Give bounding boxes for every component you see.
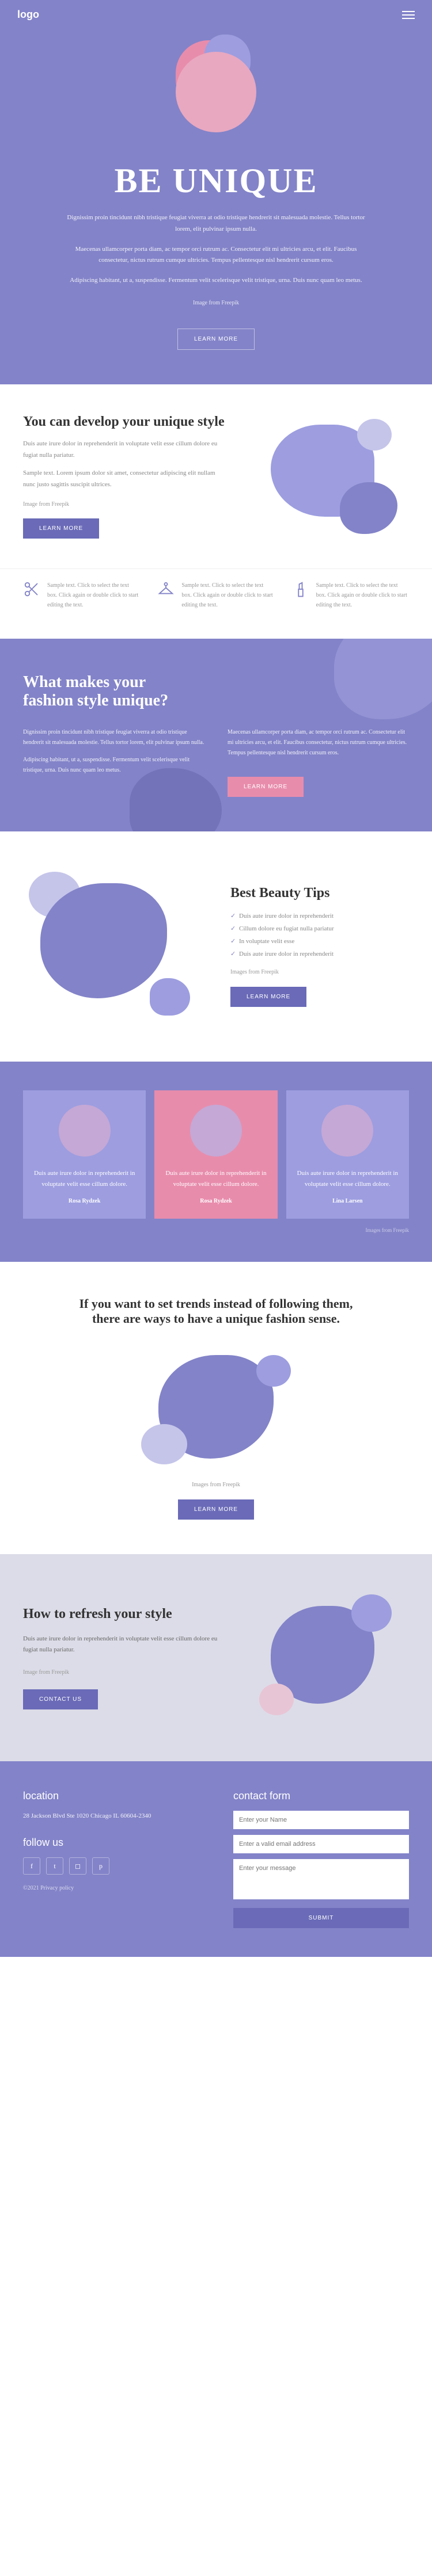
- testimonial-name: Rosa Rydzek: [165, 1198, 267, 1204]
- avatar: [321, 1105, 373, 1157]
- sec6-learn-more-button[interactable]: LEARN MORE: [178, 1499, 254, 1520]
- hero-title: BE UNIQUE: [23, 161, 409, 201]
- facebook-icon[interactable]: f: [23, 1857, 40, 1875]
- feature-col-3: Sample text. Click to select the text bo…: [292, 581, 409, 610]
- sec2-text-2: Sample text. Lorem ipsum dolor sit amet,…: [23, 468, 225, 491]
- hero-learn-more-button[interactable]: LEARN MORE: [177, 329, 255, 350]
- form-title: contact form: [233, 1790, 409, 1802]
- feature-col-1: Sample text. Click to select the text bo…: [23, 581, 140, 610]
- feature-text-3: Sample text. Click to select the text bo…: [316, 581, 409, 610]
- logo[interactable]: logo: [17, 9, 39, 21]
- tip-item: Duis aute irure dolor in reprehenderit: [230, 910, 409, 922]
- hero-credit: Image from Freepik: [66, 298, 366, 308]
- hero-image: [158, 35, 274, 150]
- message-input[interactable]: [233, 1859, 409, 1899]
- sec6-credit: Images from Freepik: [23, 1482, 409, 1488]
- testimonial-card: Duis aute irure dolor in reprehenderit i…: [154, 1090, 277, 1219]
- refresh-section: How to refresh your style Duis aute irur…: [0, 1554, 432, 1761]
- feature-col-2: Sample text. Click to select the text bo…: [157, 581, 274, 610]
- sec3-title: What makes your fashion style unique?: [23, 673, 173, 710]
- sec6-image: [130, 1344, 302, 1470]
- feature-text-1: Sample text. Click to select the text bo…: [47, 581, 140, 610]
- sec3-right-1: Maecenas ullamcorper porta diam, ac temp…: [228, 727, 409, 758]
- sec2-text-1: Duis aute irure dolor in reprehenderit i…: [23, 438, 225, 461]
- unique-section: What makes your fashion style unique? Di…: [0, 639, 432, 831]
- name-input[interactable]: [233, 1811, 409, 1829]
- location-title: location: [23, 1790, 199, 1802]
- sec2-image: [248, 413, 409, 540]
- email-input[interactable]: [233, 1835, 409, 1853]
- menu-button[interactable]: [402, 11, 415, 19]
- tip-item: In voluptate velit esse: [230, 935, 409, 948]
- submit-button[interactable]: SUBMIT: [233, 1908, 409, 1928]
- sec3-left-2: Adipiscing habitant, ut a, suspendisse. …: [23, 755, 204, 776]
- testimonial-card: Duis aute irure dolor in reprehenderit i…: [286, 1090, 409, 1219]
- copyright: ©2021 Privacy policy: [23, 1883, 199, 1894]
- feature-text-2: Sample text. Click to select the text bo…: [181, 581, 274, 610]
- sec7-title: How to refresh your style: [23, 1606, 225, 1622]
- sec7-text: Duis aute irure dolor in reprehenderit i…: [23, 1634, 225, 1657]
- sec2-title: You can develop your unique style: [23, 414, 225, 430]
- sec4-image: [23, 866, 207, 1027]
- develop-style-section: You can develop your unique style Duis a…: [0, 384, 432, 568]
- sec4-learn-more-button[interactable]: LEARN MORE: [230, 987, 306, 1007]
- follow-title: follow us: [23, 1837, 199, 1849]
- tip-item: Cillum dolore eu fugiat nulla pariatur: [230, 922, 409, 935]
- hanger-icon: [157, 581, 175, 598]
- hero-section: BE UNIQUE Dignissim proin tincidunt nibh…: [0, 0, 432, 384]
- trends-section: If you want to set trends instead of fol…: [0, 1262, 432, 1554]
- avatar: [190, 1105, 242, 1157]
- testimonial-name: Rosa Rydzek: [33, 1198, 135, 1204]
- sec7-credit: Image from Freepik: [23, 1667, 225, 1678]
- avatar: [59, 1105, 111, 1157]
- sec4-credit: Images from Freepik: [230, 969, 409, 975]
- hero-text-3: Adipiscing habitant, ut a, suspendisse. …: [66, 275, 366, 287]
- footer: location 28 Jackson Blvd Ste 1020 Chicag…: [0, 1761, 432, 1957]
- pinterest-icon[interactable]: p: [92, 1857, 109, 1875]
- sec2-credit: Image from Freepik: [23, 499, 225, 510]
- contact-us-button[interactable]: CONTACT US: [23, 1689, 98, 1709]
- scissors-icon: [23, 581, 40, 598]
- hero-text-2: Maecenas ullamcorper porta diam, ac temp…: [66, 244, 366, 267]
- sec7-image: [248, 1589, 409, 1727]
- header: logo: [0, 0, 432, 29]
- sec3-learn-more-button[interactable]: LEARN MORE: [228, 777, 304, 797]
- sec4-title: Best Beauty Tips: [230, 886, 409, 901]
- sec6-title: If you want to set trends instead of fol…: [72, 1296, 360, 1326]
- address: 28 Jackson Blvd Ste 1020 Chicago IL 6060…: [23, 1811, 199, 1822]
- features-row: Sample text. Click to select the text bo…: [0, 568, 432, 639]
- sec2-learn-more-button[interactable]: LEARN MORE: [23, 518, 99, 539]
- sec3-left-1: Dignissim proin tincidunt nibh tristique…: [23, 727, 204, 748]
- lipstick-icon: [292, 581, 309, 598]
- instagram-icon[interactable]: ◻: [69, 1857, 86, 1875]
- beauty-tips-section: Best Beauty Tips Duis aute irure dolor i…: [0, 831, 432, 1062]
- testimonials-section: Duis aute irure dolor in reprehenderit i…: [0, 1062, 432, 1262]
- tips-list: Duis aute irure dolor in reprehenderit C…: [230, 910, 409, 960]
- testimonial-name: Lina Larsen: [297, 1198, 399, 1204]
- twitter-icon[interactable]: t: [46, 1857, 63, 1875]
- testimonial-card: Duis aute irure dolor in reprehenderit i…: [23, 1090, 146, 1219]
- hero-text-1: Dignissim proin tincidunt nibh tristique…: [66, 212, 366, 235]
- testimonial-text: Duis aute irure dolor in reprehenderit i…: [33, 1168, 135, 1189]
- testimonial-text: Duis aute irure dolor in reprehenderit i…: [165, 1168, 267, 1189]
- social-links: f t ◻ p: [23, 1857, 199, 1875]
- testimonial-text: Duis aute irure dolor in reprehenderit i…: [297, 1168, 399, 1189]
- tip-item: Duis aute irure dolor in reprehenderit: [230, 948, 409, 960]
- contact-form: SUBMIT: [233, 1811, 409, 1928]
- testimonials-credit: Images from Freepik: [23, 1227, 409, 1233]
